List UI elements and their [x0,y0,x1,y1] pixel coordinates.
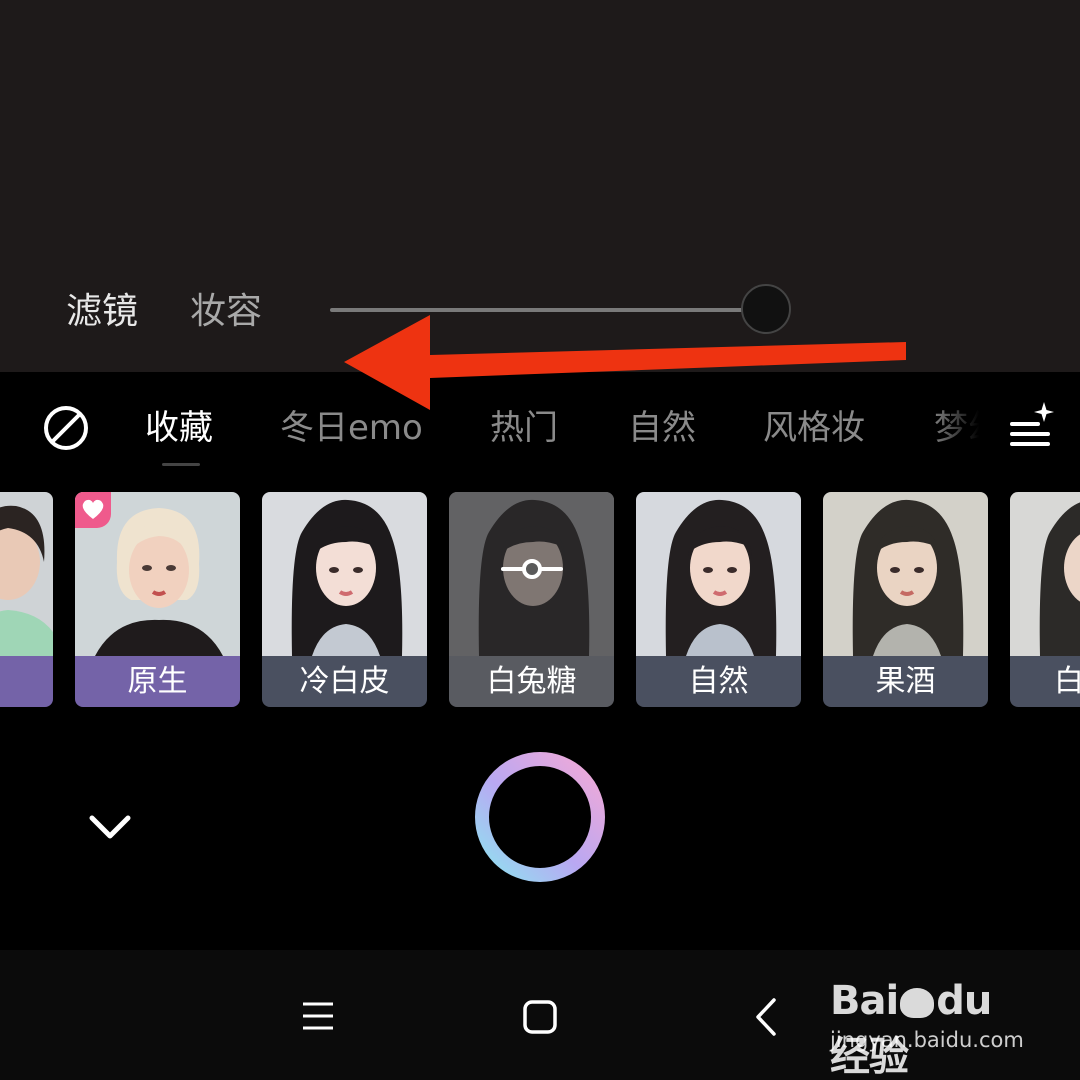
favorite-heart-icon [75,492,111,528]
no-filter-icon[interactable] [42,404,90,452]
category-fade [930,400,1000,456]
back-chevron-icon[interactable] [744,994,790,1040]
filter-card-original[interactable]: 原生 [75,492,240,707]
filter-label: 果酒 [823,656,988,707]
category-winter-emo[interactable]: 冬日emo [280,404,423,452]
category-favorites[interactable]: 收藏 [145,404,213,452]
chevron-down-icon[interactable] [86,808,134,848]
filter-thumbnail [0,492,53,656]
category-popular[interactable]: 热门 [490,404,558,452]
filter-label: 白 [1010,656,1080,707]
camera-preview [0,0,1080,372]
filter-card-natural[interactable]: 自然 [636,492,801,707]
filter-label: 原生 [75,656,240,707]
shutter-button[interactable] [474,751,606,883]
filter-card[interactable]: 白 [1010,492,1080,707]
category-natural[interactable]: 自然 [628,404,696,452]
filter-thumbnail [823,492,988,656]
category-style-makeup[interactable]: 风格妆 [763,404,865,452]
filter-thumbnail [262,492,427,656]
filter-card-white-rabbit[interactable]: 白兔糖 [449,492,614,707]
filter-thumbnail [1010,492,1080,656]
filter-label [0,656,53,707]
intensity-slider-thumb[interactable] [741,284,791,334]
filter-label: 冷白皮 [262,656,427,707]
home-square-icon[interactable] [517,994,563,1040]
filter-card-cool-white[interactable]: 冷白皮 [262,492,427,707]
filter-thumbnail [636,492,801,656]
watermark-url: jingyan.baidu.com [830,1028,1024,1052]
adjust-filter-icon[interactable] [499,554,565,584]
tab-filter[interactable]: 滤镜 [66,288,138,336]
filter-menu-sparkle-icon[interactable] [1008,400,1056,450]
baidu-jingyan-watermark: Bai du 经验 jingyan.baidu.com [830,966,1030,1080]
filter-label: 自然 [636,656,801,707]
intensity-slider-track[interactable] [330,308,750,312]
tab-makeup[interactable]: 妆容 [190,288,262,336]
filter-label: 白兔糖 [449,656,614,707]
filter-card-fruit-wine[interactable]: 果酒 [823,492,988,707]
category-active-indicator [162,463,200,466]
camera-screen: 滤镜 妆容 收藏 冬日emo 热门 自然 风格妆 梦幻 [0,0,1080,1080]
hamburger-menu-icon[interactable] [295,994,341,1040]
filter-card[interactable] [0,492,53,707]
